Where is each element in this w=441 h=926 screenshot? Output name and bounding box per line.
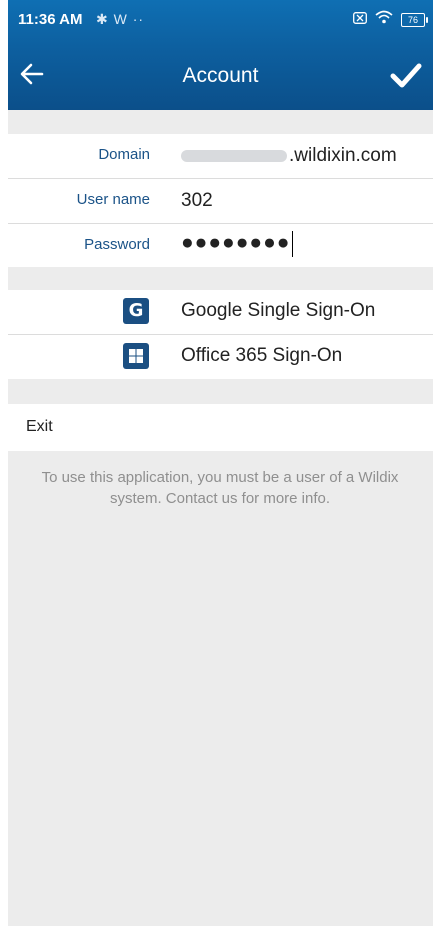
windows-icon bbox=[123, 343, 149, 369]
status-bar: 11:36 AM ✱ W ·· 76 bbox=[8, 0, 433, 40]
wifi-icon bbox=[375, 10, 393, 29]
exit-button[interactable]: Exit bbox=[8, 404, 433, 451]
username-row[interactable]: User name 302 bbox=[8, 179, 433, 223]
google-sso-item[interactable]: G Google Single Sign-On bbox=[8, 290, 433, 334]
domain-field[interactable]: .wildixin.com bbox=[181, 145, 397, 167]
domain-suffix: .wildixin.com bbox=[289, 145, 397, 166]
blurred-domain-prefix bbox=[181, 149, 287, 162]
password-mask: ●●●●●●●● bbox=[181, 231, 291, 255]
app-screen: 11:36 AM ✱ W ·· 76 Account Domain .wildi… bbox=[8, 0, 433, 926]
username-label: User name bbox=[76, 191, 150, 208]
status-right-icons: 76 bbox=[353, 10, 428, 29]
info-text: To use this application, you must be a u… bbox=[41, 469, 399, 507]
exit-label: Exit bbox=[26, 418, 53, 435]
domain-label: Domain bbox=[98, 146, 150, 163]
checkmark-icon[interactable] bbox=[389, 58, 423, 92]
mute-icon bbox=[353, 11, 367, 29]
status-notification-icons: ✱ W ·· bbox=[96, 11, 145, 27]
password-label: Password bbox=[84, 236, 150, 253]
sso-list: G Google Single Sign-On Office 365 Sign-… bbox=[8, 290, 433, 379]
header: 11:36 AM ✱ W ·· 76 Account bbox=[8, 0, 433, 110]
google-icon: G bbox=[123, 298, 149, 324]
domain-row[interactable]: Domain .wildixin.com bbox=[8, 134, 433, 178]
page-title: Account bbox=[182, 64, 259, 87]
app-bar: Account bbox=[8, 40, 433, 110]
google-sso-label: Google Single Sign-On bbox=[181, 300, 376, 321]
password-field[interactable]: ●●●●●●●● bbox=[181, 231, 294, 257]
status-time: 11:36 AM bbox=[18, 11, 83, 28]
office365-sso-item[interactable]: Office 365 Sign-On bbox=[8, 335, 433, 379]
account-form: Domain .wildixin.com User name 302 Passw… bbox=[8, 134, 433, 267]
text-cursor bbox=[292, 231, 294, 257]
password-row[interactable]: Password ●●●●●●●● bbox=[8, 224, 433, 268]
battery-icon: 76 bbox=[401, 12, 428, 27]
office365-sso-label: Office 365 Sign-On bbox=[181, 345, 343, 366]
username-field[interactable]: 302 bbox=[181, 190, 213, 212]
